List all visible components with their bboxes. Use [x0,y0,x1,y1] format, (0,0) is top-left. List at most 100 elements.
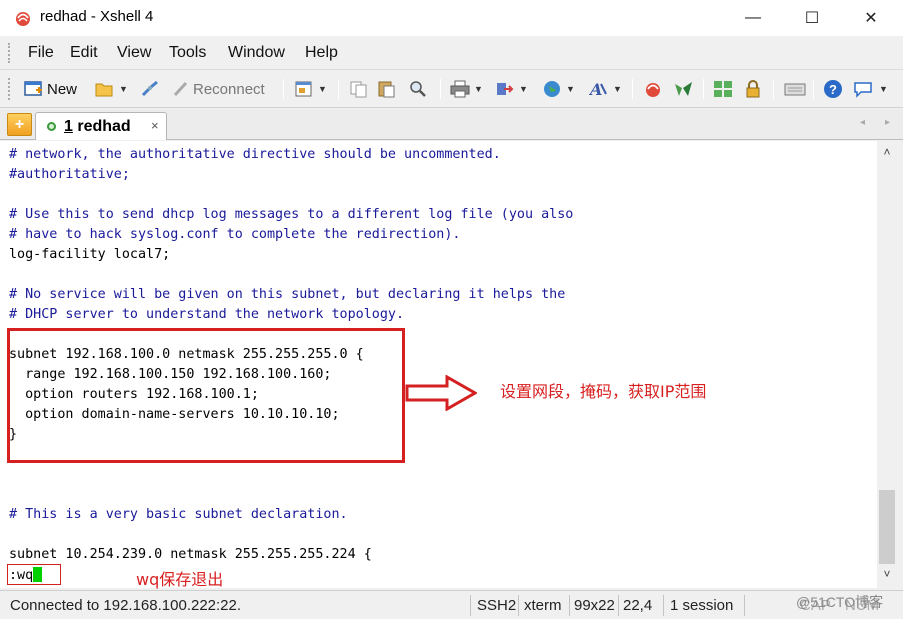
keyboard-button[interactable] [784,78,806,100]
menu-help[interactable]: Help [305,44,338,62]
toolbar-grip [8,78,12,100]
globe-icon [544,81,560,97]
subnet-highlight-box [7,328,405,463]
menu-edit[interactable]: Edit [70,44,98,62]
lock-button[interactable] [744,78,762,100]
new-tab-button[interactable]: + [7,113,32,136]
terminal-line: # This is a very basic subnet declaratio… [9,507,348,522]
toolbar-separator [440,79,441,99]
terminal-line: # have to hack syslog.conf to complete t… [9,227,461,242]
terminal-line: # No service will be given on this subne… [9,287,566,302]
tab-label: 1 redhad [64,118,131,135]
toolbar: New ▼ Reconnect ▼ ▼ ▼ ▼ A ▼ ? ▼ [0,70,903,108]
transfer-button[interactable]: ▼ [495,78,528,100]
window-title: redhad - Xshell 4 [40,8,154,25]
xshell-icon [646,83,660,97]
help-button[interactable]: ? [823,78,843,100]
terminal-area[interactable]: # network, the authoritative directive s… [0,141,877,589]
tab-redhad[interactable]: 1 redhad × [35,112,167,140]
terminal-line: # network, the authoritative directive s… [9,147,501,162]
terminal-line: # Use this to send dhcp log messages to … [9,207,574,222]
reconnect-button[interactable]: Reconnect [172,78,265,100]
menu-bar: File Edit View Tools Window Help [0,36,903,70]
vertical-scrollbar[interactable]: ˄ ˅ [877,141,897,588]
paste-icon [378,81,395,98]
scroll-up-icon[interactable]: ˄ [877,145,897,163]
terminal-size-status: 99x22 [574,597,615,614]
font-button[interactable]: A ▼ [589,78,622,100]
terminal-line: log-facility local7; [9,247,171,262]
status-separator [663,595,664,616]
find-button[interactable] [408,78,428,100]
status-separator [518,595,519,616]
reconnect-label: Reconnect [193,80,265,98]
toolbar-separator [283,79,284,99]
menu-file[interactable]: File [28,44,54,62]
chevron-down-icon: ▼ [474,84,483,94]
new-session-icon [24,81,42,96]
scroll-down-icon[interactable]: ˅ [877,567,897,585]
layout-button[interactable] [713,78,733,100]
terminal-line: # DHCP server to understand the network … [9,307,405,322]
session-count-status: 1 session [670,597,734,614]
lock-icon [746,80,760,98]
tab-close-icon[interactable]: × [151,118,159,133]
chevron-down-icon: ▼ [318,84,327,94]
close-button[interactable]: ✕ [848,0,894,36]
copy-icon [350,81,367,98]
save-annotation: wq保存退出 [136,570,224,589]
terminal-line: subnet 10.254.239.0 netmask 255.255.255.… [9,547,372,562]
connection-status-icon [47,122,56,131]
paste-button[interactable] [377,78,397,100]
chevron-down-icon: ▼ [566,84,575,94]
scroll-thumb[interactable] [879,490,895,564]
chevron-down-icon: ▼ [613,84,622,94]
xshell-button[interactable] [643,78,663,100]
status-separator [744,595,745,616]
watermark: @51CTO博客 [796,594,884,610]
xftp-button[interactable] [673,78,695,100]
menubar-grip [8,43,12,63]
font-icon: A [589,80,607,98]
tab-scroll-right-icon[interactable]: ▸ [885,117,890,128]
copy-button[interactable] [349,78,369,100]
status-separator [569,595,570,616]
menu-window[interactable]: Window [228,44,285,62]
status-separator [470,595,471,616]
link-button[interactable] [140,78,160,100]
xshell-app-icon [16,12,30,26]
chat-button[interactable]: ▼ [853,78,888,100]
new-label: New [47,80,78,98]
open-button[interactable]: ▼ [95,78,128,100]
minimize-button[interactable]: — [730,0,776,36]
transfer-icon [497,83,514,95]
properties-button[interactable]: ▼ [294,78,327,100]
help-icon: ? [824,80,842,98]
menu-view[interactable]: View [117,44,151,62]
print-button[interactable]: ▼ [450,78,483,100]
session-tab-bar: + 1 redhad × ◂ ▸ [0,109,903,140]
status-bar: Connected to 192.168.100.222:22. SSH2 xt… [0,590,903,619]
toolbar-separator [338,79,339,99]
maximize-button[interactable]: ☐ [789,0,835,36]
menu-tools[interactable]: Tools [169,44,206,62]
chevron-down-icon: ▼ [879,84,888,94]
toolbar-separator [632,79,633,99]
reconnect-icon [173,81,188,97]
toolbar-separator [813,79,814,99]
link-icon [141,80,158,97]
subnet-annotation: 设置网段，掩码，获取IP范围 [500,382,707,401]
find-icon [410,81,426,97]
new-button[interactable]: New [24,78,77,100]
properties-icon [295,81,312,97]
command-highlight-box [7,564,61,585]
cursor-position-status: 22,4 [623,597,653,614]
chevron-down-icon: ▼ [119,84,128,94]
title-bar: redhad - Xshell 4 — ☐ ✕ [0,0,903,36]
svg-text:?: ? [829,82,837,97]
toolbar-separator [773,79,774,99]
globe-button[interactable]: ▼ [542,78,575,100]
protocol-status: SSH2 [477,597,517,614]
tab-scroll-left-icon[interactable]: ◂ [860,117,865,128]
xftp-icon [675,82,692,96]
